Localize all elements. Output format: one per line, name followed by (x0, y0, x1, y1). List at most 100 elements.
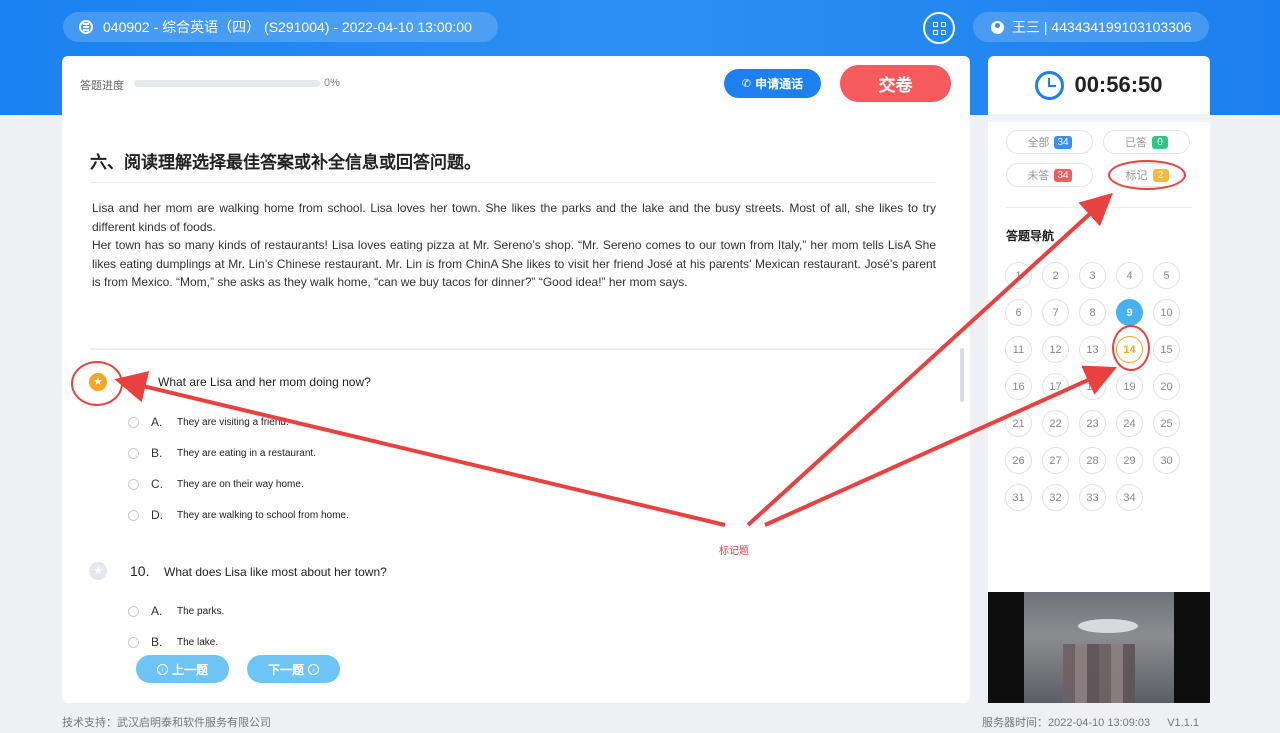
question-nav-button[interactable]: 16 (1005, 373, 1032, 400)
tech-support-text: 技术支持：武汉启明泰和软件服务有限公司 (62, 717, 271, 729)
section-title: 六、阅读理解选择最佳答案或补全信息或回答问题。 (90, 153, 481, 172)
option-letter: A. (151, 415, 163, 429)
progress-bar (134, 80, 320, 87)
question-nav-button[interactable]: 18 (1079, 373, 1106, 400)
question-nav-button[interactable]: 24 (1116, 410, 1143, 437)
question-nav-button[interactable]: 10 (1153, 299, 1180, 326)
request-call-button[interactable]: ✆ 申请通话 (724, 69, 821, 98)
question-nav-button[interactable]: 25 (1153, 410, 1180, 437)
option-text: They are on their way home. (177, 478, 304, 490)
question-nav-button[interactable]: 30 (1153, 447, 1180, 474)
option-letter: D. (151, 508, 163, 522)
option-letter: C. (151, 477, 163, 491)
countdown-timer: 00:56:50 (988, 56, 1210, 114)
question-nav-button[interactable]: 27 (1042, 447, 1069, 474)
user-info-bar: 王三 | 443434199103103306 (973, 12, 1209, 42)
question-number: 9 (130, 372, 138, 388)
question-nav-button[interactable]: 2 (1042, 262, 1069, 289)
filter-label: 未答 (1027, 170, 1050, 182)
question-nav-button[interactable]: 12 (1042, 336, 1069, 363)
mark-star-icon[interactable]: ★ (89, 562, 107, 580)
question-nav-button[interactable]: 23 (1079, 410, 1106, 437)
exam-info-text: 040902 - 综合英语（四） (S291004) - 2022-04-10 … (103, 19, 472, 35)
filter-label: 已答 (1125, 137, 1147, 149)
divider (90, 182, 936, 183)
question-nav-button[interactable]: 34 (1116, 484, 1143, 511)
question-nav-button[interactable]: 28 (1079, 447, 1106, 474)
option-b[interactable]: B. The lake. (128, 634, 218, 650)
timer-value: 00:56:50 (1074, 72, 1163, 97)
prev-question-label: 上一题 (171, 662, 208, 677)
user-info-text: 王三 | 443434199103103306 (1012, 19, 1192, 35)
next-question-label: 下一题 (267, 662, 304, 677)
question-nav-button[interactable]: 1 (1005, 262, 1032, 289)
filter-unanswered[interactable]: 未答 34 (1006, 163, 1093, 187)
pixelated-face (1063, 644, 1135, 703)
divider (90, 348, 936, 350)
count-badge: 34 (1054, 168, 1072, 182)
question-nav-button[interactable]: 19 (1116, 373, 1143, 400)
chevron-left-icon: ‹ (156, 663, 168, 675)
radio-button[interactable] (128, 478, 139, 490)
question-text: What are Lisa and her mom doing now? (158, 375, 371, 389)
question-number: 10. (130, 563, 150, 579)
passage-paragraph: Her town has so many kinds of restaurant… (92, 238, 936, 289)
question-nav-button[interactable]: 32 (1042, 484, 1069, 511)
answer-nav-title: 答题导航 (1006, 229, 1055, 243)
question-nav-button[interactable]: 13 (1079, 336, 1106, 363)
divider (1006, 207, 1192, 208)
question-nav-button[interactable]: 21 (1005, 410, 1032, 437)
prev-question-button[interactable]: ‹ 上一题 (136, 655, 229, 683)
qr-code-icon (932, 21, 946, 35)
question-nav-button[interactable]: 22 (1042, 410, 1069, 437)
option-a[interactable]: A. The parks. (128, 603, 224, 619)
option-b[interactable]: B. They are eating in a restaurant. (128, 445, 316, 461)
question-nav-button[interactable]: 20 (1153, 373, 1180, 400)
radio-button[interactable] (128, 605, 139, 617)
clock-icon (1035, 70, 1065, 100)
question-nav-button[interactable]: 4 (1116, 262, 1143, 289)
passage-paragraph: Lisa and her mom are walking home from s… (92, 201, 936, 234)
question-nav-button[interactable]: 8 (1079, 299, 1106, 326)
count-badge: 0 (1152, 135, 1168, 149)
question-nav-button[interactable]: 31 (1005, 484, 1032, 511)
list-icon (79, 20, 93, 34)
filter-answered[interactable]: 已答 0 (1103, 130, 1190, 154)
server-time: 服务器时间：2022-04-10 13:09:03 (982, 717, 1151, 729)
radio-button[interactable] (128, 447, 139, 459)
next-question-button[interactable]: 下一题 › (247, 655, 340, 683)
progress-label: 答题进度 (80, 80, 124, 92)
question-nav-button[interactable]: 6 (1005, 299, 1032, 326)
question-nav-button[interactable]: 17 (1042, 373, 1069, 400)
question-nav-button[interactable]: 3 (1079, 262, 1106, 289)
scrollbar-thumb[interactable] (960, 348, 964, 402)
question-nav-button[interactable]: 33 (1079, 484, 1106, 511)
question-text: What does Lisa like most about her town? (164, 565, 387, 579)
question-nav-button[interactable]: 26 (1005, 447, 1032, 474)
chevron-right-icon: › (308, 663, 319, 675)
divider (988, 114, 1210, 122)
question-nav-button[interactable]: 29 (1116, 447, 1143, 474)
option-c[interactable]: C. They are on their way home. (128, 476, 304, 492)
submit-exam-button[interactable]: 交卷 (840, 65, 951, 102)
annotation-circle (71, 361, 123, 406)
question-nav-button[interactable]: 5 (1153, 262, 1180, 289)
question-nav-button[interactable]: 7 (1042, 299, 1069, 326)
filter-all[interactable]: 全部 34 (1006, 130, 1093, 154)
radio-button[interactable] (128, 636, 139, 648)
option-a[interactable]: A. They are visiting a friend. (128, 414, 289, 430)
annotation-label: 标记题 (719, 546, 749, 557)
radio-button[interactable] (128, 416, 139, 428)
qr-code-button[interactable] (923, 12, 955, 44)
question-nav-button[interactable]: 11 (1005, 336, 1032, 363)
option-d[interactable]: D. They are walking to school from home. (128, 507, 349, 523)
option-text: They are eating in a restaurant. (177, 447, 316, 459)
question-nav-grid: 1 2 3 4 5 6 7 8 9 10 11 12 13 14 15 16 17 18 19 20 21 22 23 24 2… (1005, 262, 1180, 511)
request-call-label: 申请通话 (755, 77, 804, 91)
question-nav-button[interactable]: 15 (1153, 336, 1180, 363)
option-letter: B. (151, 446, 163, 460)
ceiling-lamp (1078, 619, 1138, 633)
radio-button[interactable] (128, 509, 139, 521)
progress-row: 答题进度 0% ✆ 申请通话 交卷 (62, 56, 970, 112)
question-nav-button[interactable]: 9 (1116, 299, 1143, 326)
